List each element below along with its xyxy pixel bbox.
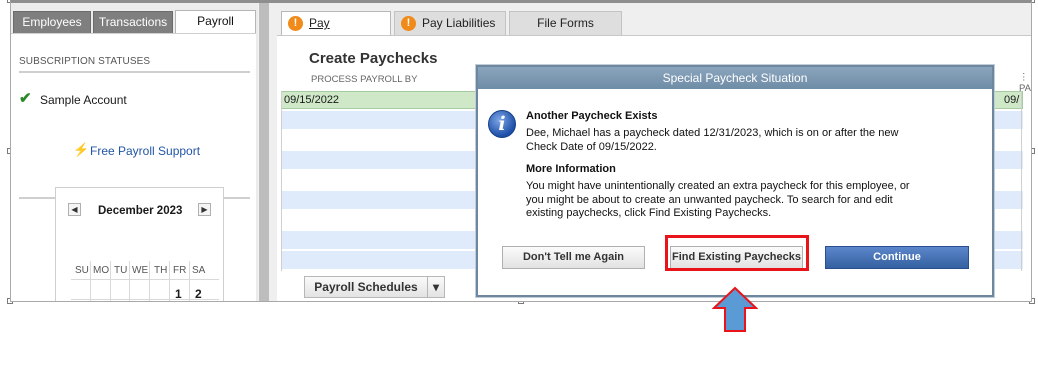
dialog-heading-more-information: More Information <box>526 163 616 175</box>
subscription-statuses-title: SUBSCRIPTION STATUSES <box>19 56 151 67</box>
checkmark-icon: ✔ <box>19 90 32 107</box>
calendar-day-tu: TU <box>114 265 128 276</box>
panel-splitter[interactable] <box>259 3 269 301</box>
continue-button[interactable]: Continue <box>825 246 969 269</box>
calendar-day-fr: FR <box>173 265 187 276</box>
tab-payroll[interactable]: Payroll <box>175 10 256 34</box>
column-header-process-payroll-by: PROCESS PAYROLL BY <box>311 74 418 85</box>
info-icon: i <box>488 110 516 138</box>
left-panel: Employees Transactions Payroll SUBSCRIPT… <box>11 3 258 301</box>
calendar-day-we: WE <box>132 265 149 276</box>
calendar-day-su: SU <box>75 265 89 276</box>
tab-label: File Forms <box>537 16 594 30</box>
dialog-heading-another-paycheck: Another Paycheck Exists <box>526 110 658 122</box>
sample-account-label: Sample Account <box>40 93 127 107</box>
dialog-message-more-information: You might have unintentionally created a… <box>526 180 910 219</box>
tab-label: Pay Liabilities <box>422 16 496 30</box>
page-title: Create Paychecks <box>309 50 438 67</box>
tab-transactions[interactable]: Transactions <box>93 11 173 33</box>
highlight-box <box>665 235 809 271</box>
dialog-message-another-paycheck: Dee, Michael has a paycheck dated 12/31/… <box>526 127 899 153</box>
lightning-icon: ⚡ <box>73 142 90 157</box>
calendar-month-label: December 2023 <box>98 205 183 217</box>
dont-tell-me-again-button[interactable]: Don't Tell me Again <box>502 246 645 269</box>
up-arrow-icon <box>712 286 758 332</box>
calendar-next-icon[interactable]: ▶ <box>198 203 211 216</box>
calendar-day-sa: SA <box>192 265 206 276</box>
table-cell-date: 09/15/2022 <box>284 94 340 106</box>
payroll-schedules-button[interactable]: Payroll Schedules <box>304 276 428 298</box>
dialog-title: Special Paycheck Situation <box>478 67 992 89</box>
calendar-date-cell[interactable]: 1 <box>175 287 182 301</box>
mini-calendar: ◀ December 2023 ▶ <box>55 187 224 301</box>
tab-pay-employees[interactable]: !Pay Employees <box>281 11 391 53</box>
alert-icon: ! <box>288 16 303 32</box>
alert-icon: ! <box>401 16 416 32</box>
tab-file-forms[interactable]: File Forms <box>509 11 622 35</box>
divider <box>19 71 250 73</box>
tab-employees[interactable]: Employees <box>13 11 91 33</box>
calendar-prev-icon[interactable]: ◀ <box>68 203 81 216</box>
free-payroll-support-link[interactable]: Free Payroll Support <box>90 144 200 158</box>
tab-pay-liabilities[interactable]: ! Pay Liabilities <box>394 11 506 35</box>
calendar-day-th: TH <box>154 265 168 276</box>
table-cell-pay-period: 09/ <box>1004 94 1020 106</box>
payroll-schedules-dropdown-icon[interactable]: ▾ <box>427 276 445 298</box>
calendar-date-cell[interactable]: 2 <box>195 287 202 301</box>
calendar-day-mo: MO <box>93 265 110 276</box>
